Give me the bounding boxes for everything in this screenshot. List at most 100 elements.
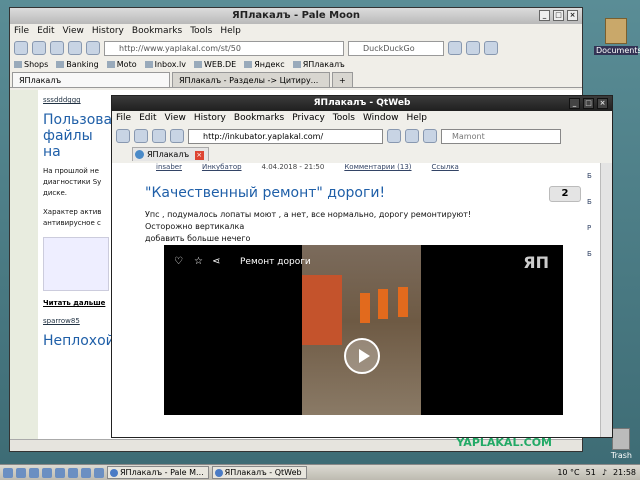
menu-bookmarks[interactable]: Bookmarks: [234, 111, 284, 125]
vertical-scrollbar[interactable]: [600, 163, 612, 437]
minimize-button[interactable]: _: [539, 10, 550, 21]
bookmark-inbox[interactable]: Inbox.lv: [145, 58, 186, 72]
bookmark-icon[interactable]: [466, 41, 480, 55]
system-tray: 10 °C 51 ♪ 21:58: [557, 468, 640, 477]
maximize-button[interactable]: □: [583, 98, 594, 109]
menu-view[interactable]: View: [63, 24, 84, 38]
search-input[interactable]: Mamont: [441, 128, 561, 144]
taskbar-app-palemoon[interactable]: ЯПлакалъ - Pale M...: [107, 466, 209, 479]
media-icon[interactable]: [94, 467, 104, 478]
side-link[interactable]: Б: [587, 241, 597, 267]
qtweb-window: ЯПлакалъ - QtWeb _ □ × File Edit View Hi…: [111, 95, 613, 438]
yaplakal-favicon: [135, 150, 144, 159]
post-title[interactable]: "Качественный ремонт" дороги!: [145, 185, 385, 201]
back-icon[interactable]: [116, 129, 130, 143]
globe-icon[interactable]: [423, 129, 437, 143]
weather-temp[interactable]: 10 °C: [557, 468, 579, 477]
bookmark-shops[interactable]: Shops: [14, 58, 48, 72]
documents-desktop-icon[interactable]: Documents: [594, 18, 640, 55]
bookmark-yaplakal[interactable]: ЯПлакалъ: [293, 58, 345, 72]
menu-history[interactable]: History: [92, 24, 124, 38]
tab-yaplakal[interactable]: ЯПлакалъ: [12, 72, 170, 87]
palemoon-tabs: ЯПлакалъ ЯПлакалъ - Разделы -> Цитиру...…: [10, 72, 582, 88]
menu-edit[interactable]: Edit: [37, 24, 54, 38]
palemoon-menubar: File Edit View History Bookmarks Tools H…: [10, 24, 582, 38]
post-section-link[interactable]: Инкубатор: [202, 163, 242, 173]
menu-file[interactable]: File: [116, 111, 131, 125]
url-bar[interactable]: http://inkubator.yaplakal.com/: [188, 128, 383, 144]
post-heading[interactable]: Пользоват файлы на: [43, 112, 120, 160]
search-bar[interactable]: DuckDuckGo: [348, 40, 444, 56]
url-bar[interactable]: http://www.yaplakal.com/st/50: [104, 40, 344, 56]
bookmarks-bar: Shops Banking Moto Inbox.lv WEB.DE Яндек…: [10, 58, 582, 72]
post-author-link[interactable]: insaber: [156, 163, 182, 173]
close-button[interactable]: ×: [567, 10, 578, 21]
clock[interactable]: 21:58: [613, 468, 636, 477]
forward-icon[interactable]: [134, 129, 148, 143]
home-icon[interactable]: [86, 41, 100, 55]
play-icon[interactable]: [344, 338, 380, 374]
editor-icon[interactable]: [68, 467, 78, 478]
like-icon[interactable]: ♡: [174, 256, 183, 267]
close-button[interactable]: ×: [597, 98, 608, 109]
post-screenshot-thumbnail[interactable]: [43, 237, 109, 291]
forward-icon[interactable]: [32, 41, 46, 55]
mail-icon[interactable]: [55, 467, 65, 478]
menu-icon[interactable]: [3, 467, 13, 478]
read-more-link[interactable]: Читать дальше: [43, 299, 110, 307]
back-icon[interactable]: [14, 41, 28, 55]
minimize-button[interactable]: _: [569, 98, 580, 109]
side-link[interactable]: Р: [587, 215, 597, 241]
terminal-icon[interactable]: [29, 467, 39, 478]
permalink[interactable]: Ссылка: [432, 163, 459, 173]
qtweb-titlebar[interactable]: ЯПлакалъ - QtWeb _ □ ×: [112, 96, 612, 111]
files-icon[interactable]: [16, 467, 26, 478]
menu-help[interactable]: Help: [220, 24, 241, 38]
maximize-button[interactable]: □: [553, 10, 564, 21]
volume-icon[interactable]: ♪: [602, 468, 607, 477]
bookmark-yandex[interactable]: Яндекс: [244, 58, 284, 72]
menu-view[interactable]: View: [165, 111, 186, 125]
taskbar-app-qtweb[interactable]: ЯПлакалъ - QtWeb: [211, 466, 307, 479]
post-date: 4.04.2018 - 21:50: [261, 163, 325, 171]
post-author-link[interactable]: sssdddggg: [43, 96, 110, 104]
video-title[interactable]: Ремонт дороги: [240, 257, 311, 267]
addon-icon[interactable]: [484, 41, 498, 55]
share-icon[interactable]: ⋖: [212, 256, 220, 267]
menu-file[interactable]: File: [14, 24, 29, 38]
menu-privacy[interactable]: Privacy: [292, 111, 325, 125]
settings-icon[interactable]: [81, 467, 91, 478]
menu-edit[interactable]: Edit: [139, 111, 156, 125]
menu-window[interactable]: Window: [363, 111, 399, 125]
page-menu-icon[interactable]: [405, 129, 419, 143]
watch-later-icon[interactable]: ☆: [194, 256, 203, 267]
menu-tools[interactable]: Tools: [333, 111, 355, 125]
menu-history[interactable]: History: [194, 111, 226, 125]
new-tab-button[interactable]: +: [332, 72, 353, 87]
side-link[interactable]: Б: [587, 163, 597, 189]
bookmark-webde[interactable]: WEB.DE: [194, 58, 236, 72]
side-link[interactable]: Б: [587, 189, 597, 215]
menu-help[interactable]: Help: [406, 111, 427, 125]
reload-icon[interactable]: [50, 41, 64, 55]
stop-icon[interactable]: [68, 41, 82, 55]
post-author-link-2[interactable]: sparrow85: [43, 317, 110, 325]
bookmark-moto[interactable]: Moto: [107, 58, 137, 72]
tab-yaplakal-citations[interactable]: ЯПлакалъ - Разделы -> Цитиру...: [172, 72, 330, 87]
close-tab-icon[interactable]: ×: [194, 151, 204, 160]
download-icon[interactable]: [448, 41, 462, 55]
bookmark-banking[interactable]: Banking: [56, 58, 98, 72]
menu-bookmarks[interactable]: Bookmarks: [132, 24, 182, 38]
post-heading-2[interactable]: Неплохой: [43, 333, 115, 349]
trash-desktop-icon[interactable]: Trash: [611, 428, 632, 460]
comments-link[interactable]: Комментарии (13): [344, 163, 411, 173]
reload-icon[interactable]: [387, 129, 401, 143]
menu-tools[interactable]: Tools: [190, 24, 212, 38]
home-icon[interactable]: [152, 129, 166, 143]
palemoon-titlebar[interactable]: ЯПлакалъ - Pale Moon _ □ ×: [10, 8, 582, 24]
browser-icon[interactable]: [42, 467, 52, 478]
bookmark-star-icon[interactable]: [170, 129, 184, 143]
tab-yaplakal[interactable]: ЯПлакалъ ×: [132, 147, 209, 161]
battery-level[interactable]: 51: [586, 468, 596, 477]
video-player[interactable]: ♡ ☆ ⋖ Ремонт дороги ЯП: [164, 245, 563, 415]
